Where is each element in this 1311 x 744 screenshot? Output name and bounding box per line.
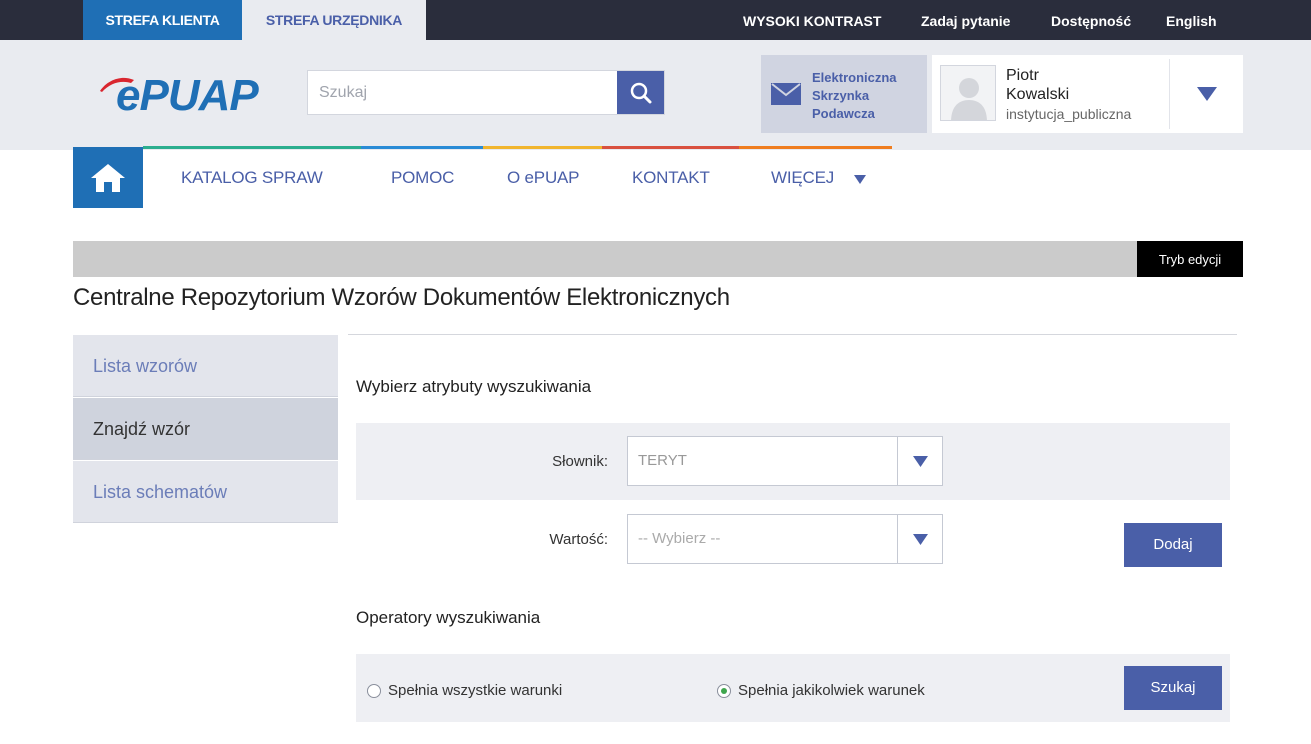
user-role: instytucja_publiczna (1006, 106, 1132, 122)
user-panel: Piotr Kowalski instytucja_publiczna (932, 55, 1243, 133)
value-label: Wartość: (549, 531, 608, 548)
user-silhouette-icon (951, 78, 987, 120)
nav-help[interactable]: POMOC (391, 168, 454, 188)
content-divider (348, 334, 1237, 335)
chevron-down-icon (912, 533, 928, 545)
search-icon (630, 82, 651, 103)
add-button[interactable]: Dodaj (1124, 523, 1222, 567)
value-placeholder: -- Wybierz -- (638, 530, 721, 547)
dictionary-select[interactable]: TERYT (627, 436, 943, 486)
radio-button[interactable] (367, 683, 381, 698)
nav-accent-3 (483, 146, 602, 149)
nav-more[interactable]: WIĘCEJ (771, 168, 834, 188)
logo-text: ePUAP (116, 71, 259, 116)
epuap-logo[interactable]: ePUAP (98, 70, 278, 120)
high-contrast-link[interactable]: WYSOKI KONTRAST (743, 0, 881, 40)
zone-client-tab[interactable]: STREFA KLIENTA (83, 0, 242, 40)
nav-catalog[interactable]: KATALOG SPRAW (181, 168, 323, 188)
envelope-icon (771, 83, 801, 105)
top-bar: STREFA KLIENTA STREFA URZĘDNIKA WYSOKI K… (0, 0, 1311, 40)
sidebar-item-find-template[interactable]: Znajdź wzór (73, 398, 338, 460)
nav-accent-1 (143, 146, 361, 149)
search-button[interactable] (617, 71, 664, 114)
ask-question-link[interactable]: Zadaj pytanie (921, 0, 1010, 40)
nav-about[interactable]: O ePUAP (507, 168, 579, 188)
nav-accent-4 (602, 146, 739, 149)
nav-contact[interactable]: KONTAKT (632, 168, 710, 188)
chevron-down-icon (1196, 87, 1217, 101)
nav-more-chevron-icon[interactable] (854, 175, 866, 184)
radio-all-label: Spełnia wszystkie warunki (388, 682, 563, 699)
zone-official-tab[interactable]: STREFA URZĘDNIKA (242, 0, 426, 40)
value-dropdown-toggle[interactable] (898, 515, 942, 563)
attributes-heading: Wybierz atrybuty wyszukiwania (356, 377, 592, 396)
search-box (307, 70, 665, 115)
operators-heading: Operatory wyszukiwania (356, 608, 541, 627)
search-submit-button[interactable]: Szukaj (1124, 666, 1222, 710)
user-first-name: Piotr (1006, 67, 1039, 84)
chevron-down-icon (912, 455, 928, 467)
edit-mode-button[interactable]: Tryb edycji (1137, 241, 1243, 277)
value-select[interactable]: -- Wybierz -- (627, 514, 943, 564)
home-icon (91, 163, 125, 192)
english-link[interactable]: English (1166, 0, 1217, 40)
dictionary-dropdown-toggle[interactable] (898, 437, 942, 485)
home-button[interactable] (73, 147, 143, 208)
user-menu-toggle[interactable] (1170, 55, 1243, 133)
sidebar-item-schemas-list[interactable]: Lista schematów (73, 461, 338, 523)
electronic-inbox-label: Elektroniczna Skrzynka Podawcza (812, 70, 897, 121)
accessibility-link[interactable]: Dostępność (1051, 0, 1131, 40)
nav-accent-5 (739, 146, 892, 149)
electronic-inbox-button[interactable]: Elektroniczna Skrzynka Podawcza (761, 55, 927, 133)
radio-any-label: Spełnia jakikolwiek warunek (738, 682, 925, 699)
page-title: Centralne Repozytorium Wzorów Dokumentów… (73, 284, 730, 311)
radio-any-condition[interactable]: Spełnia jakikolwiek warunek (717, 682, 925, 699)
user-last-name: Kowalski (1006, 86, 1070, 103)
dictionary-label: Słownik: (552, 453, 608, 470)
dictionary-value: TERYT (638, 452, 687, 469)
radio-button-selected[interactable] (717, 683, 731, 698)
nav-accent-2 (361, 146, 483, 149)
radio-all-conditions[interactable]: Spełnia wszystkie warunki (367, 682, 562, 699)
edit-bar: Tryb edycji (73, 241, 1243, 277)
search-input[interactable] (308, 71, 619, 114)
avatar (940, 65, 996, 121)
sidebar-item-templates-list[interactable]: Lista wzorów (73, 335, 338, 397)
